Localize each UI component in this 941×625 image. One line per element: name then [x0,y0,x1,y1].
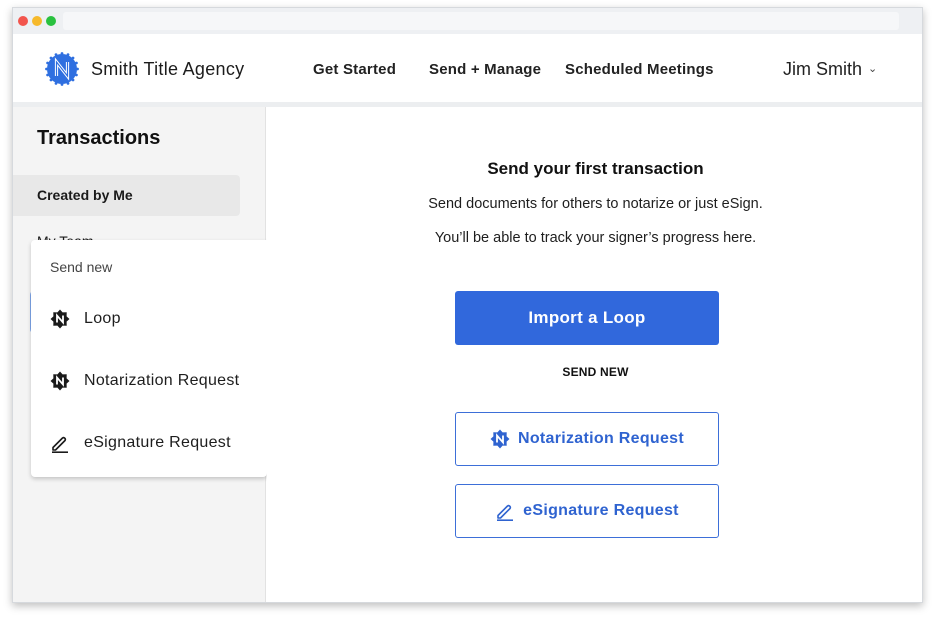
empty-state-subtitle: Send documents for others to notarize or… [428,196,763,212]
pen-icon [49,432,71,454]
close-window-button[interactable] [18,16,28,26]
button-label: Notarization Request [517,430,684,447]
esignature-request-button[interactable]: eSignature Request [455,484,719,538]
dropdown-item-notarization-request[interactable]: Notarization Request [31,361,267,401]
notary-seal-icon[interactable] [45,52,79,86]
notary-seal-icon [49,308,71,330]
dropdown-item-label: Loop [84,310,121,327]
empty-state-subtitle: You’ll be able to track your signer’s pr… [434,230,757,246]
notarization-request-button[interactable]: Notarization Request [455,412,719,466]
user-menu[interactable]: Jim Smith ⌄ [783,59,877,80]
nav-get-started[interactable]: Get Started [313,61,396,78]
minimize-window-button[interactable] [32,16,42,26]
dropdown-item-loop[interactable]: Loop [31,299,267,339]
empty-state-title: Send your first transaction [487,159,704,178]
dropdown-item-label: Notarization Request [84,372,240,389]
main-content: Send your first transaction Send documen… [267,107,922,602]
nav-scheduled-meetings[interactable]: Scheduled Meetings [565,61,714,78]
dropdown-header: Send new [50,259,113,275]
brand-name: Smith Title Agency [91,59,245,79]
button-label: eSignature Request [523,502,679,519]
address-bar[interactable] [63,12,899,30]
notary-seal-icon [490,429,510,449]
app-header: Smith Title Agency Get Started Send + Ma… [13,34,922,102]
import-loop-button[interactable]: Import a Loop [455,291,719,345]
send-new-section-label: SEND NEW [562,365,629,379]
title-bar [13,8,922,34]
maximize-window-button[interactable] [46,16,56,26]
dropdown-item-label: eSignature Request [84,434,231,451]
chevron-down-icon: ⌄ [868,63,878,75]
send-new-dropdown: Send new Loop Notarization Request eSign… [31,240,267,477]
pen-icon [495,501,515,521]
sidebar-title: Transactions [37,127,161,149]
notary-seal-icon [49,370,71,392]
sidebar-item-created-by-me[interactable]: Created by Me [13,175,240,216]
browser-window: Smith Title Agency Get Started Send + Ma… [12,7,923,603]
nav-send-manage[interactable]: Send + Manage [429,61,541,78]
dropdown-item-esignature-request[interactable]: eSignature Request [31,423,267,463]
user-name: Jim Smith [783,59,863,79]
